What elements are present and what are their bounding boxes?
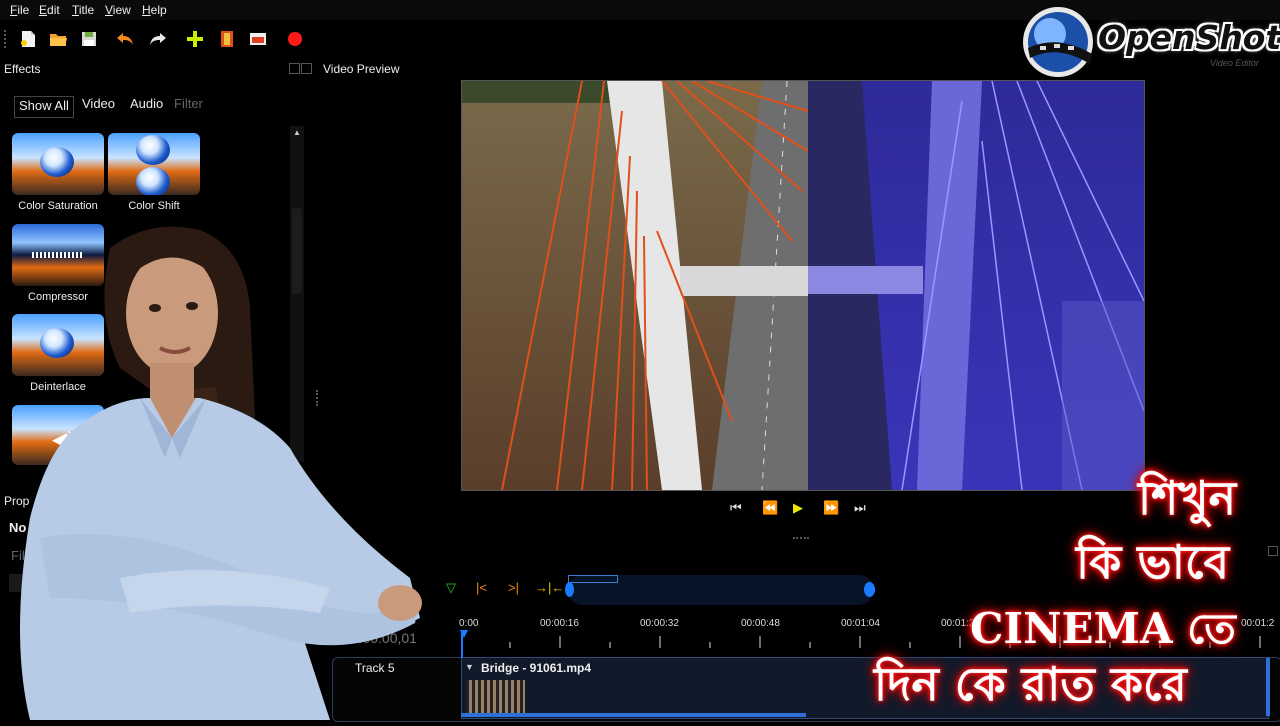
- tab-show-all[interactable]: Show All: [14, 96, 74, 118]
- playhead-line[interactable]: [461, 630, 463, 658]
- menu-title[interactable]: Title: [72, 3, 94, 17]
- color-saturation-icon[interactable]: [12, 133, 104, 195]
- effect-label: Color Saturation: [18, 200, 98, 212]
- play-icon[interactable]: ▶: [793, 500, 803, 516]
- zoom-left-handle[interactable]: [565, 582, 574, 597]
- dock-close-icon[interactable]: [301, 63, 312, 74]
- preview-splitter[interactable]: [793, 537, 809, 541]
- clip-menu-icon[interactable]: ▼: [465, 662, 474, 672]
- timeline-zoom-window[interactable]: [568, 575, 618, 583]
- menu-help[interactable]: Help: [142, 3, 167, 17]
- center-playhead-icon[interactable]: →|←: [535, 580, 564, 595]
- new-project-icon[interactable]: [17, 28, 39, 50]
- menu-edit[interactable]: Edit: [39, 3, 60, 17]
- clip-name: Bridge - 91061.mp4: [481, 661, 592, 675]
- openshot-logo-icon: [1023, 7, 1093, 77]
- timeline-dock-icon[interactable]: [1268, 546, 1278, 556]
- toolbar-grip: [4, 30, 9, 48]
- effect-label: Color Shift: [128, 200, 180, 212]
- overlay-line-4: দিন কে রাত করে: [874, 657, 1187, 711]
- redo-icon[interactable]: [147, 28, 169, 50]
- timeline-horizontal-scrollbar[interactable]: [461, 713, 806, 717]
- jump-start-icon[interactable]: ⏮: [730, 500, 742, 516]
- tab-audio[interactable]: Audio: [130, 96, 163, 116]
- ruler-tick-label: 00:00:32: [640, 618, 679, 629]
- logo-text: OpenShot: [1098, 18, 1280, 57]
- fast-forward-icon[interactable]: ⏩: [823, 500, 839, 516]
- export-video-icon[interactable]: [284, 28, 306, 50]
- add-marker-icon[interactable]: ▽: [446, 580, 456, 596]
- zoom-right-handle[interactable]: [864, 582, 875, 597]
- logo-subtitle: Video Editor: [1210, 58, 1259, 68]
- profile-icon[interactable]: [216, 28, 238, 50]
- video-preview-frame: [461, 80, 1145, 491]
- open-project-icon[interactable]: [47, 28, 69, 50]
- video-preview-title: Video Preview: [323, 62, 400, 76]
- menu-file[interactable]: File: [10, 3, 29, 17]
- clip-thumbnail: [466, 680, 525, 713]
- presenter-photo: [20, 226, 422, 720]
- ruler-tick-label: 0:00: [459, 618, 479, 629]
- bridge-video-frame: [462, 81, 1144, 490]
- overlay-line-2: কি ভাবে: [1076, 535, 1230, 589]
- main-toolbar: [0, 24, 1020, 54]
- menu-view[interactable]: View: [105, 3, 131, 17]
- effects-dock-title: Effects: [4, 62, 41, 76]
- ruler-tick-label: 00:00:16: [540, 618, 579, 629]
- dock-float-icon[interactable]: [289, 63, 300, 74]
- color-shift-icon[interactable]: [108, 133, 200, 195]
- import-files-icon[interactable]: [184, 28, 206, 50]
- tab-video[interactable]: Video: [82, 96, 115, 116]
- save-project-icon[interactable]: [78, 28, 100, 50]
- ruler-tick-label: 00:01:04: [841, 618, 880, 629]
- ruler-tick-label: 00:00:48: [741, 618, 780, 629]
- previous-marker-icon[interactable]: |<: [476, 580, 487, 595]
- jump-end-icon[interactable]: ⏭: [854, 500, 866, 516]
- fullscreen-icon[interactable]: [247, 28, 269, 50]
- timeline-vertical-scrollbar[interactable]: [1266, 658, 1270, 716]
- openshot-logo: OpenShot Video Editor: [1018, 2, 1280, 82]
- rewind-icon[interactable]: ⏪: [762, 500, 778, 516]
- effects-filter-input[interactable]: Filter: [174, 96, 203, 116]
- ruler-tick-label: 00:01:2: [1241, 618, 1275, 629]
- scroll-up-icon[interactable]: ▲: [293, 128, 301, 137]
- next-marker-icon[interactable]: >|: [508, 580, 519, 595]
- undo-icon[interactable]: [114, 28, 136, 50]
